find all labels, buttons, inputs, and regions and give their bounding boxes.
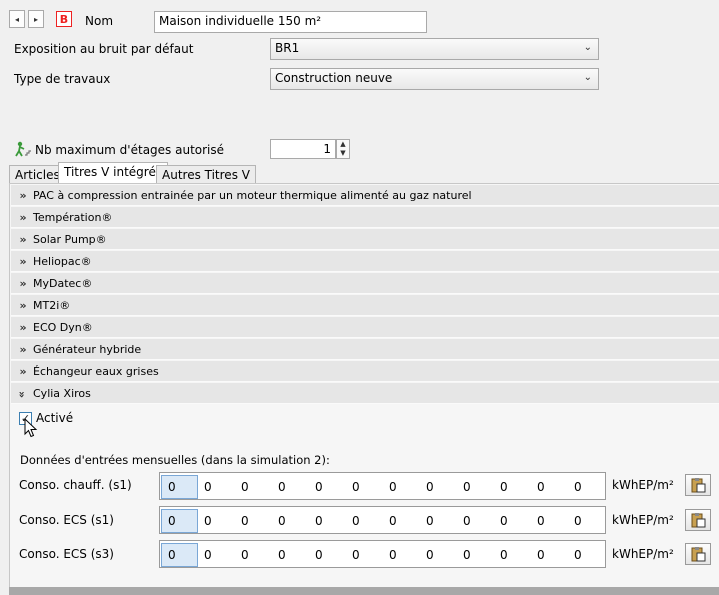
value-cell[interactable]: 0 bbox=[346, 543, 383, 567]
paste-button[interactable] bbox=[685, 543, 711, 565]
value-cell[interactable]: 0 bbox=[198, 509, 235, 533]
accordion-item[interactable]: » Échangeur eaux grises bbox=[11, 361, 719, 382]
value-cell[interactable]: 0 bbox=[383, 475, 420, 499]
value-cell[interactable]: 0 bbox=[346, 509, 383, 533]
value-cell[interactable]: 0 bbox=[235, 509, 272, 533]
value-cell[interactable]: 0 bbox=[420, 509, 457, 533]
accordion-item-expanded[interactable]: » Cylia Xiros bbox=[11, 383, 719, 404]
value-cell[interactable]: 0 bbox=[309, 475, 346, 499]
double-chevron-right-icon: » bbox=[19, 276, 26, 290]
value-cell[interactable]: 0 bbox=[161, 543, 198, 567]
double-chevron-down-icon: » bbox=[15, 390, 29, 396]
monthly-data-title: Données d'entrées mensuelles (dans la si… bbox=[20, 453, 330, 467]
chevron-down-icon: ⌄ bbox=[583, 42, 592, 53]
value-cell[interactable]: 0 bbox=[161, 509, 198, 533]
value-cell[interactable]: 0 bbox=[272, 543, 309, 567]
value-cell[interactable]: 0 bbox=[235, 475, 272, 499]
value-cell[interactable]: 0 bbox=[531, 475, 568, 499]
double-chevron-right-icon: » bbox=[19, 298, 26, 312]
value-cell[interactable]: 0 bbox=[494, 543, 531, 567]
value-cell[interactable]: 0 bbox=[457, 543, 494, 567]
accordion-item[interactable]: » ECO Dyn® bbox=[11, 317, 719, 338]
tab-autres-titres-v[interactable]: Autres Titres V bbox=[156, 165, 256, 184]
accordion-item[interactable]: » MyDatec® bbox=[11, 273, 719, 294]
double-chevron-right-icon: » bbox=[19, 188, 26, 202]
clipboard-paste-icon bbox=[691, 513, 706, 528]
value-cell[interactable]: 0 bbox=[272, 475, 309, 499]
clipboard-paste-icon bbox=[691, 547, 706, 562]
person-stairs-icon bbox=[14, 141, 32, 157]
noise-exposure-label: Exposition au bruit par défaut bbox=[14, 42, 194, 56]
noise-exposure-select[interactable]: BR1 ⌄ bbox=[270, 38, 599, 60]
value-cell[interactable]: 0 bbox=[457, 509, 494, 533]
bottom-scrollbar[interactable] bbox=[9, 587, 719, 595]
double-chevron-right-icon: » bbox=[19, 210, 26, 224]
double-chevron-right-icon: » bbox=[19, 254, 26, 268]
previous-record-button[interactable]: ◂ bbox=[9, 10, 25, 28]
accordion-item[interactable]: » Solar Pump® bbox=[11, 229, 719, 250]
value-cell[interactable]: 0 bbox=[568, 509, 605, 533]
unit-label: kWhEP/m² bbox=[612, 513, 674, 527]
value-cell[interactable]: 0 bbox=[457, 475, 494, 499]
paste-button[interactable] bbox=[685, 474, 711, 496]
row-label: Conso. ECS (s1) bbox=[19, 513, 114, 527]
accordion-item[interactable]: » Heliopac® bbox=[11, 251, 719, 272]
spin-down-icon[interactable]: ▼ bbox=[337, 149, 349, 158]
accordion-item[interactable]: » Générateur hybride bbox=[11, 339, 719, 360]
value-cell[interactable]: 0 bbox=[309, 543, 346, 567]
value-cell[interactable]: 0 bbox=[198, 475, 235, 499]
monthly-values-row-2: 0 0 0 0 0 0 0 0 0 0 0 0 bbox=[159, 506, 606, 534]
accordion-item[interactable]: » MT2i® bbox=[11, 295, 719, 316]
value-cell[interactable]: 0 bbox=[420, 543, 457, 567]
monthly-values-row-3: 0 0 0 0 0 0 0 0 0 0 0 0 bbox=[159, 540, 606, 568]
row-label: Conso. ECS (s3) bbox=[19, 547, 114, 561]
max-floors-label: Nb maximum d'étages autorisé bbox=[35, 143, 225, 157]
value-cell[interactable]: 0 bbox=[309, 509, 346, 533]
double-chevron-right-icon: » bbox=[19, 342, 26, 356]
value-cell[interactable]: 0 bbox=[346, 475, 383, 499]
value-cell[interactable]: 0 bbox=[531, 509, 568, 533]
row-label: Conso. chauff. (s1) bbox=[19, 478, 132, 492]
unit-label: kWhEP/m² bbox=[612, 478, 674, 492]
double-chevron-right-icon: » bbox=[19, 232, 26, 246]
accordion-item[interactable]: » PAC à compression entrainée par un mote… bbox=[11, 185, 719, 206]
double-chevron-right-icon: » bbox=[19, 320, 26, 334]
clipboard-paste-icon bbox=[691, 478, 706, 493]
value-cell[interactable]: 0 bbox=[568, 543, 605, 567]
next-record-button[interactable]: ▸ bbox=[28, 10, 44, 28]
paste-button[interactable] bbox=[685, 509, 711, 531]
value-cell[interactable]: 0 bbox=[494, 475, 531, 499]
value-cell[interactable]: 0 bbox=[161, 475, 198, 499]
double-chevron-right-icon: » bbox=[19, 364, 26, 378]
chevron-down-icon: ⌄ bbox=[583, 72, 592, 83]
value-cell[interactable]: 0 bbox=[420, 475, 457, 499]
max-floors-input[interactable]: 1 bbox=[270, 139, 336, 159]
works-type-label: Type de travaux bbox=[14, 72, 111, 86]
accordion-item[interactable]: » Températion® bbox=[11, 207, 719, 228]
monthly-values-row-1: 0 0 0 0 0 0 0 0 0 0 0 0 bbox=[159, 472, 606, 500]
name-input[interactable]: Maison individuelle 150 m² bbox=[154, 11, 427, 33]
unit-label: kWhEP/m² bbox=[612, 547, 674, 561]
spin-up-icon[interactable]: ▲ bbox=[337, 140, 349, 149]
value-cell[interactable]: 0 bbox=[383, 509, 420, 533]
value-cell[interactable]: 0 bbox=[272, 509, 309, 533]
value-cell[interactable]: 0 bbox=[531, 543, 568, 567]
value-cell[interactable]: 0 bbox=[383, 543, 420, 567]
works-type-select[interactable]: Construction neuve ⌄ bbox=[270, 68, 599, 90]
b-icon: B bbox=[56, 11, 72, 27]
value-cell[interactable]: 0 bbox=[235, 543, 272, 567]
value-cell[interactable]: 0 bbox=[198, 543, 235, 567]
floors-spinner[interactable]: ▲ ▼ bbox=[336, 139, 350, 159]
tab-titres-v-integres[interactable]: Titres V intégrés bbox=[58, 162, 169, 184]
value-cell[interactable]: 0 bbox=[568, 475, 605, 499]
value-cell[interactable]: 0 bbox=[494, 509, 531, 533]
name-label: Nom bbox=[85, 14, 114, 28]
activated-label: Activé bbox=[36, 411, 74, 425]
